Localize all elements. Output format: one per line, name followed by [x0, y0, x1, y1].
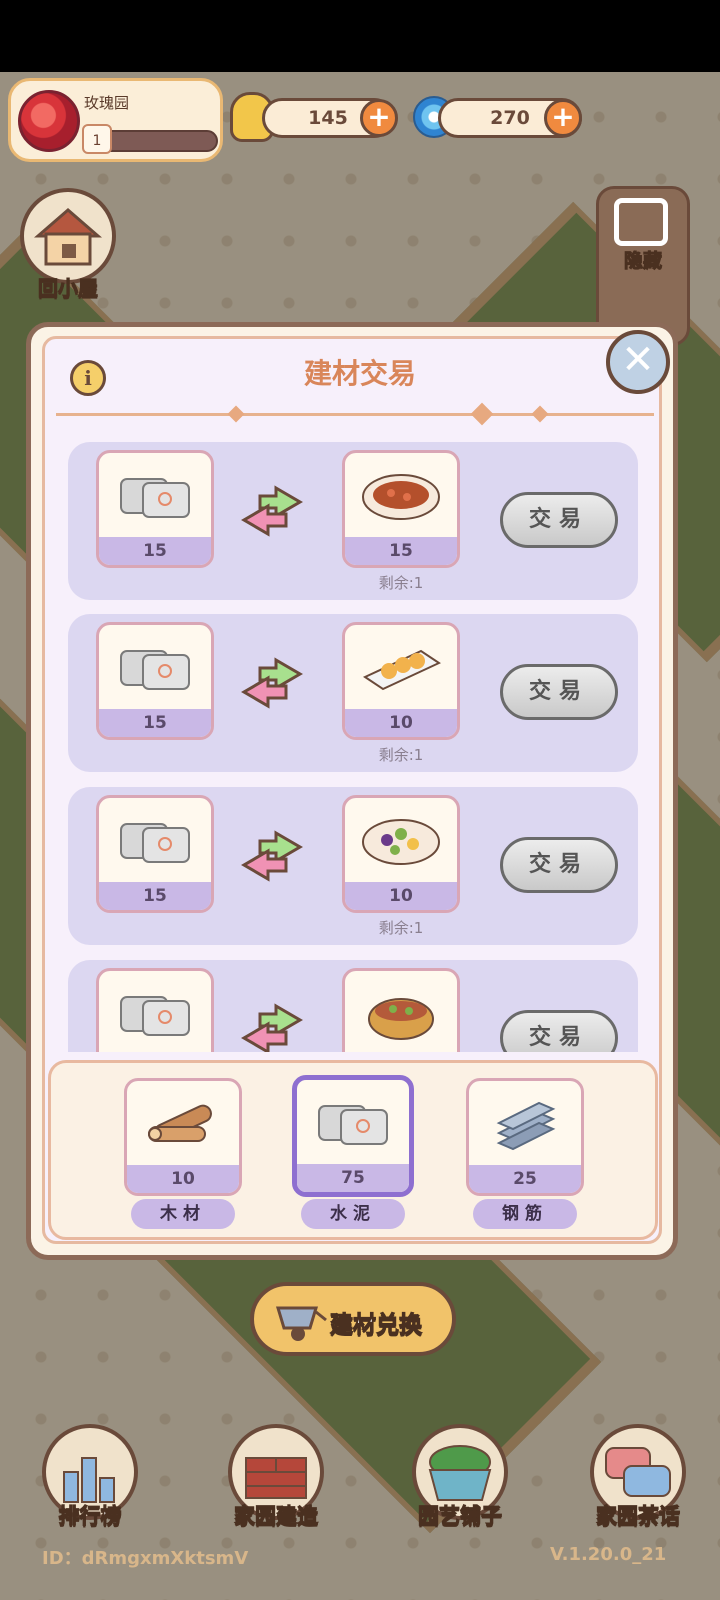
- wood-icon: [148, 1104, 212, 1142]
- hide-ui-label[interactable]: 隐藏: [608, 246, 678, 273]
- remaining-count: 剩余:1: [378, 746, 424, 764]
- steel-bar-icon: [496, 1101, 556, 1151]
- house-icon: [33, 208, 103, 266]
- stew-pot-icon: [368, 998, 434, 1040]
- give-quantity: 15: [99, 537, 211, 565]
- back-home-button[interactable]: [20, 188, 116, 284]
- exchange-arrows-icon: [241, 657, 303, 709]
- rose-avatar-icon: [18, 90, 80, 152]
- trade-button[interactable]: 交易: [500, 492, 618, 548]
- material-tab-wood[interactable]: 10: [124, 1078, 242, 1196]
- exchange-arrows-icon: [241, 485, 303, 537]
- trade-button[interactable]: 交易: [500, 1010, 618, 1052]
- back-home-label: 回小屋: [38, 276, 99, 301]
- trade-list[interactable]: 15 15 剩余:1 交易 15 10 剩余:1 交易 15 10 剩余:1 交…: [54, 430, 664, 1052]
- remaining-count: 剩余:1: [378, 574, 424, 592]
- cement-bag-icon: [120, 823, 190, 863]
- fullscreen-icon[interactable]: [614, 198, 668, 246]
- exchange-arrows-icon: [241, 830, 303, 882]
- give-quantity: 15: [99, 882, 211, 910]
- get-quantity: 10: [345, 709, 457, 737]
- garden-name: 玫瑰园: [84, 94, 130, 112]
- meat-dish-icon: [362, 474, 440, 520]
- get-item-card: [342, 968, 460, 1052]
- house-level-badge: 1: [82, 124, 112, 154]
- material-tab-steel[interactable]: 25: [466, 1078, 584, 1196]
- give-item-card: 15: [96, 622, 214, 740]
- remaining-count: 剩余:1: [378, 919, 424, 937]
- wood-quantity: 10: [127, 1165, 239, 1193]
- get-item-card: 10: [342, 622, 460, 740]
- exchange-arrows-icon: [241, 1003, 303, 1052]
- trade-row: 15 10 剩余:1 交易: [68, 787, 638, 945]
- cement-label[interactable]: 水泥: [301, 1199, 405, 1229]
- cement-bag-icon: [120, 478, 190, 518]
- give-item-card: [96, 968, 214, 1052]
- add-gems-button[interactable]: +: [544, 99, 582, 137]
- cement-bag-icon: [318, 1105, 388, 1145]
- app-version: V.1.20.0_21: [550, 1544, 667, 1565]
- status-bar: [0, 0, 720, 72]
- vegetable-dish-icon: [362, 819, 440, 865]
- cement-bag-icon: [120, 650, 190, 690]
- add-coins-button[interactable]: +: [360, 99, 398, 137]
- title-divider: [56, 413, 654, 416]
- steel-label[interactable]: 钢筋: [473, 1199, 577, 1229]
- info-button[interactable]: i: [70, 360, 106, 396]
- get-quantity: 10: [345, 882, 457, 910]
- close-button[interactable]: ✕: [606, 330, 670, 394]
- player-id: ID：dRmgxmXktsmV: [42, 1548, 249, 1569]
- get-item-card: 15: [342, 450, 460, 568]
- trade-row: 交易: [68, 960, 638, 1052]
- trade-button[interactable]: 交易: [500, 837, 618, 893]
- fried-snack-dish-icon: [362, 649, 441, 691]
- nav-garden-shop-label: 园艺铺子: [418, 1504, 503, 1529]
- give-item-card: 15: [96, 795, 214, 913]
- nav-chat-label: 家园茶话: [596, 1504, 681, 1529]
- give-quantity: 15: [99, 709, 211, 737]
- trade-row: 15 10 剩余:1 交易: [68, 614, 638, 772]
- get-item-card: 10: [342, 795, 460, 913]
- nav-leaderboard-label: 排行榜: [58, 1504, 122, 1529]
- trade-button[interactable]: 交易: [500, 664, 618, 720]
- nav-build-label: 家园建造: [234, 1504, 319, 1529]
- material-tab-cement[interactable]: 75: [292, 1075, 414, 1197]
- cement-bag-icon: [120, 996, 190, 1036]
- trade-row: 15 15 剩余:1 交易: [68, 442, 638, 600]
- wood-label[interactable]: 木材: [131, 1199, 235, 1229]
- steel-quantity: 25: [469, 1165, 581, 1193]
- cement-quantity: 75: [297, 1164, 409, 1192]
- wheelbarrow-icon: [275, 1306, 327, 1341]
- give-item-card: 15: [96, 450, 214, 568]
- material-exchange-label: 建材兑换: [330, 1312, 423, 1339]
- get-quantity: 15: [345, 537, 457, 565]
